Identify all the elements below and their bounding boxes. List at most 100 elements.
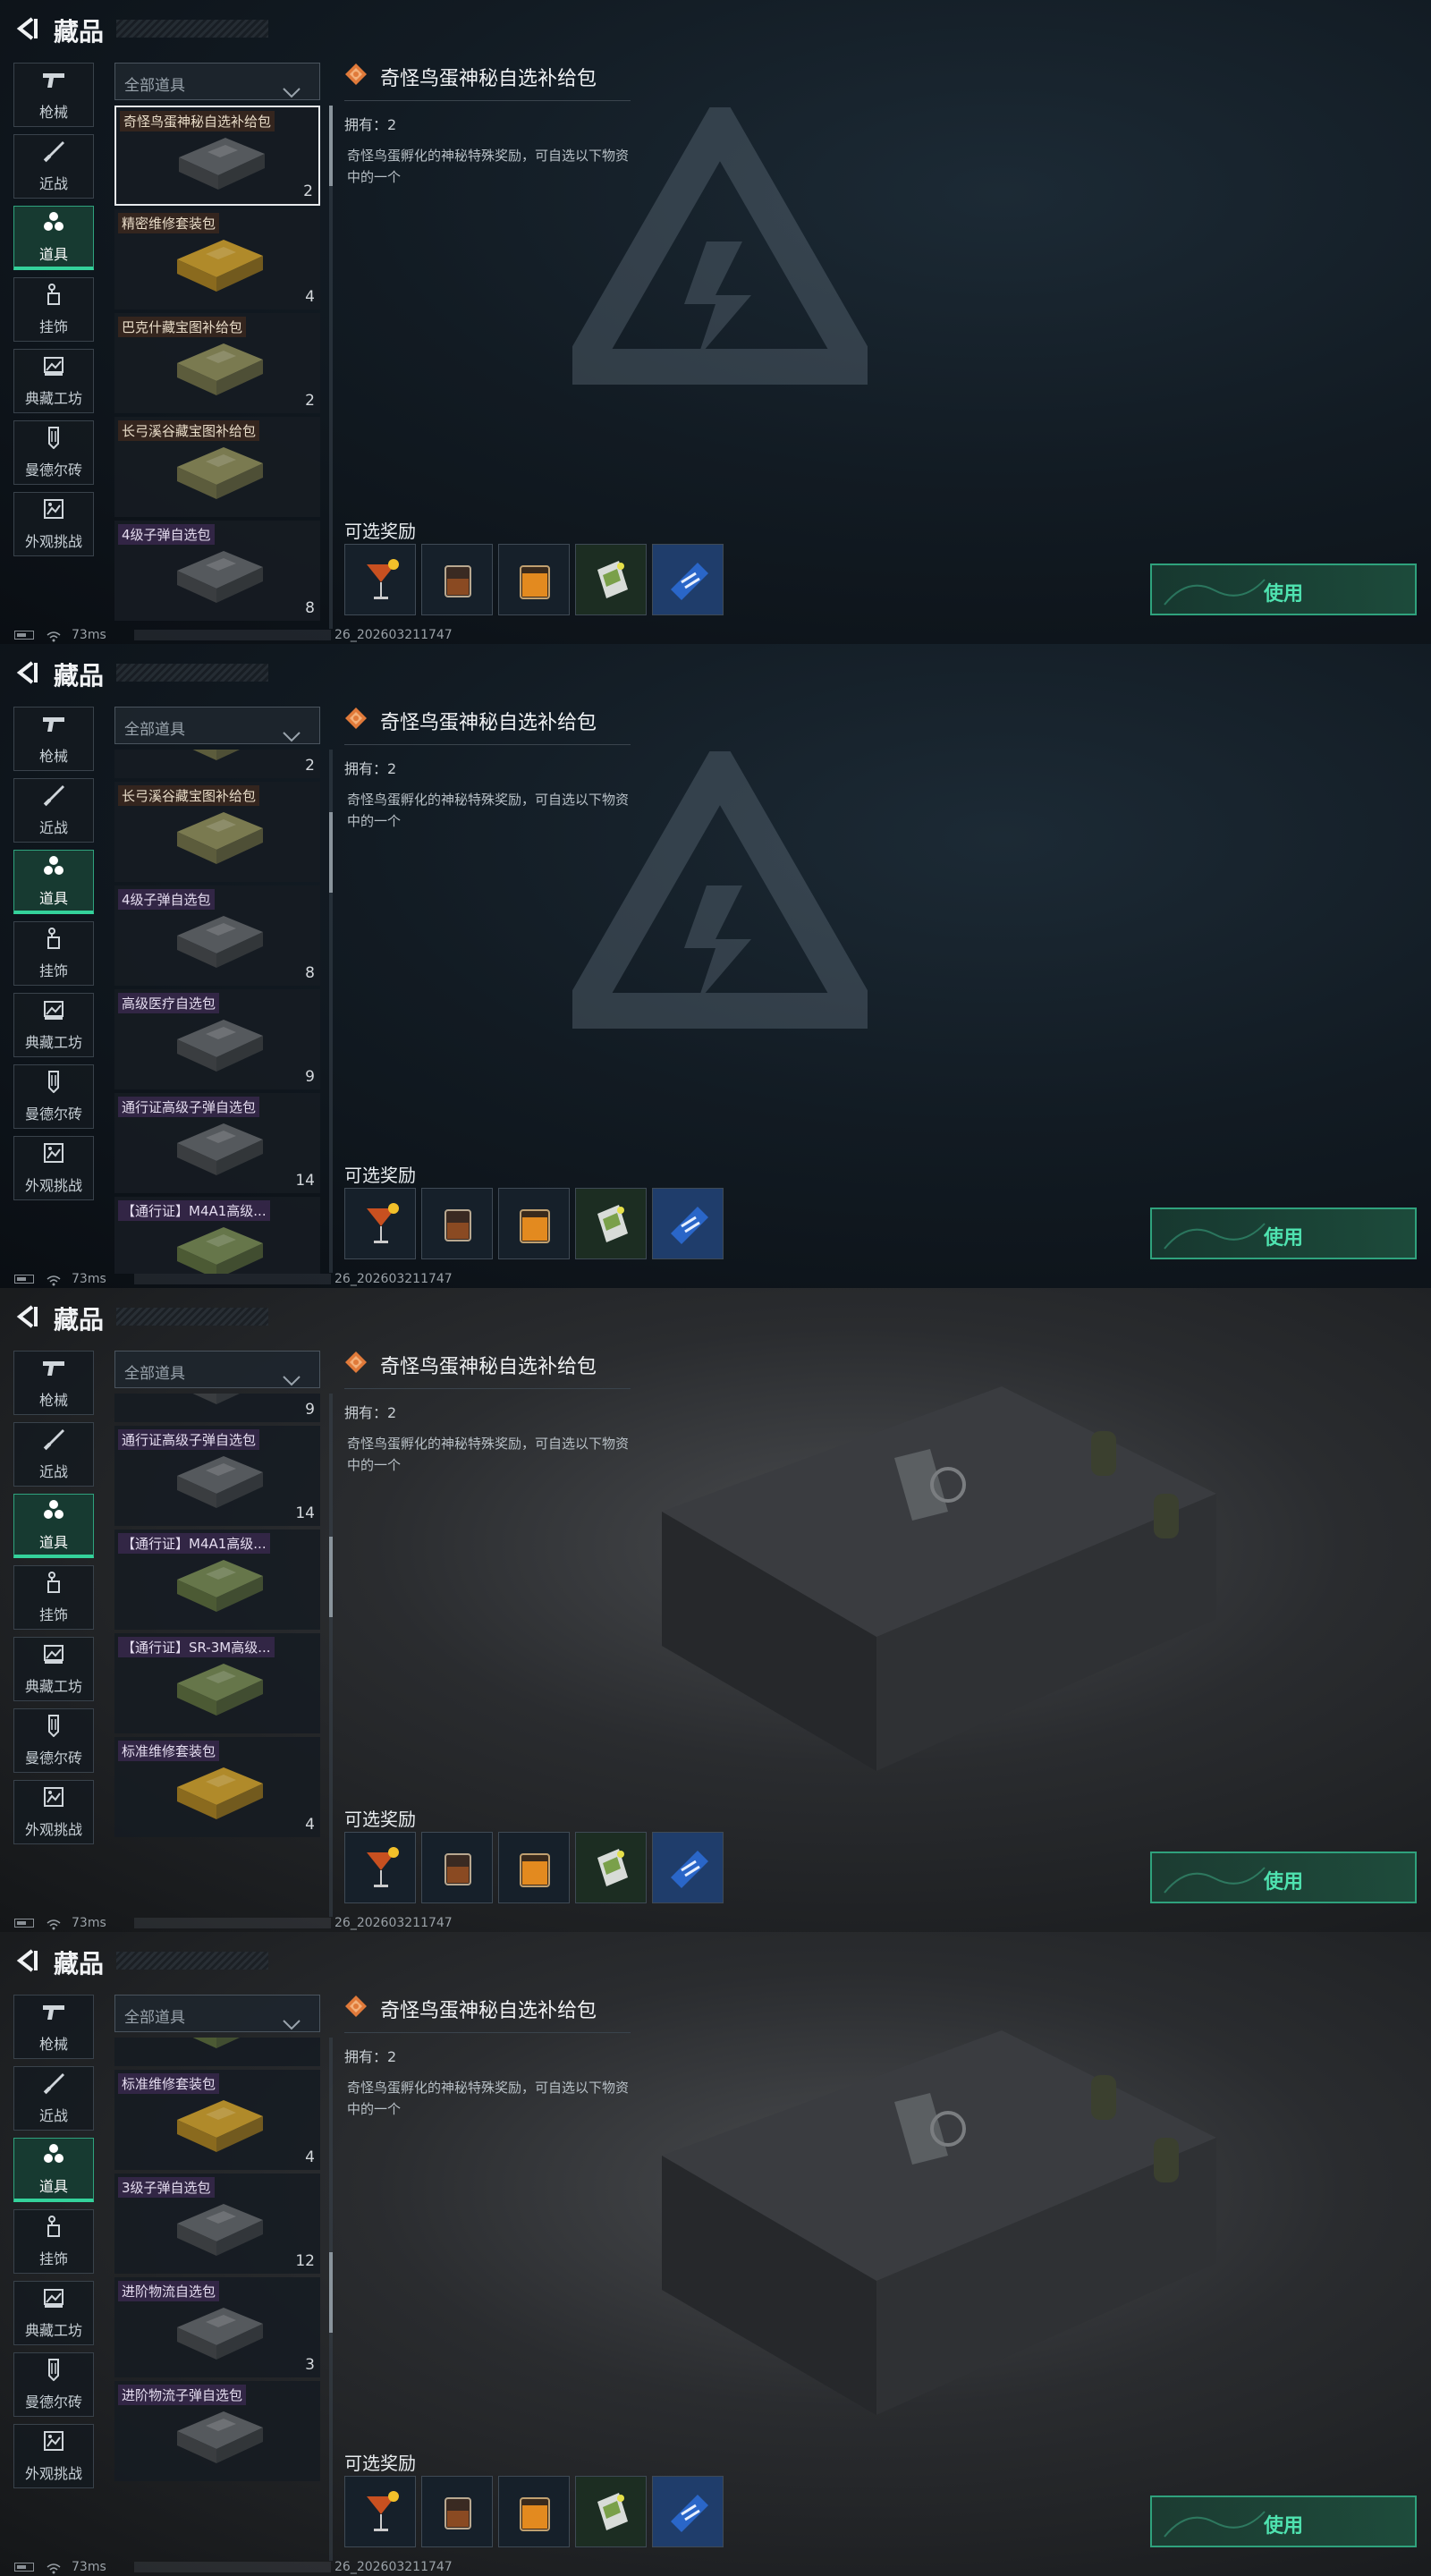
- reward-slot[interactable]: [344, 1188, 416, 1259]
- category-tab-0[interactable]: 枪械: [13, 1351, 94, 1415]
- back-icon[interactable]: [14, 1304, 39, 1329]
- reward-slot[interactable]: [652, 2476, 724, 2547]
- reward-slot[interactable]: [421, 544, 493, 615]
- list-item[interactable]: 精密维修套装包 4: [114, 209, 320, 309]
- reward-slot[interactable]: [344, 544, 416, 615]
- list-item[interactable]: 进阶物流自选包 3: [114, 2277, 320, 2377]
- back-icon[interactable]: [14, 660, 39, 685]
- filter-dropdown[interactable]: 全部道具: [114, 63, 320, 100]
- list-item[interactable]: 3级子弹自选包 12: [114, 2174, 320, 2274]
- reward-slot[interactable]: [575, 2476, 647, 2547]
- category-tab-0[interactable]: 枪械: [13, 1995, 94, 2059]
- category-tab-6[interactable]: 外观挑战: [13, 1780, 94, 1844]
- category-tab-1[interactable]: 近战: [13, 1422, 94, 1487]
- list-item[interactable]: 【通行证】M4A1高级...: [114, 1197, 320, 1274]
- category-tab-0[interactable]: 枪械: [13, 707, 94, 771]
- list-item[interactable]: 【通行证】M4A1高级...: [114, 1530, 320, 1630]
- detail-title: 奇怪鸟蛋神秘自选补给包: [380, 712, 597, 734]
- category-tab-3[interactable]: 挂饰: [13, 921, 94, 986]
- use-button[interactable]: 使用: [1150, 1208, 1417, 1259]
- category-tab-4[interactable]: 典藏工坊: [13, 2281, 94, 2345]
- list-item[interactable]: 长弓溪谷藏宝图补给包: [114, 782, 320, 882]
- list-item[interactable]: 长弓溪谷藏宝图补给包: [114, 417, 320, 517]
- list-item[interactable]: 2: [114, 750, 320, 778]
- reward-slot[interactable]: [344, 1832, 416, 1903]
- list-scrollbar[interactable]: [329, 1394, 333, 1917]
- filter-dropdown[interactable]: 全部道具: [114, 1351, 320, 1388]
- filter-dropdown[interactable]: 全部道具: [114, 707, 320, 744]
- category-tab-1[interactable]: 近战: [13, 2066, 94, 2131]
- category-tab-4[interactable]: 典藏工坊: [13, 1637, 94, 1701]
- list-item[interactable]: 【通行证】SR-3M高级...: [114, 2038, 320, 2066]
- list-scrollbar[interactable]: [329, 106, 333, 629]
- item-list[interactable]: 2 长弓溪谷藏宝图补给包 4级子弹自选包 8 高级医疗自选包 9 通行证高级子弹自选…: [114, 750, 322, 1274]
- reward-title: 可选奖励: [344, 1165, 416, 1186]
- reward-slot[interactable]: [652, 1832, 724, 1903]
- use-button[interactable]: 使用: [1150, 564, 1417, 615]
- reward-slot[interactable]: [575, 544, 647, 615]
- category-tab-5[interactable]: 曼德尔砖: [13, 1064, 94, 1129]
- list-item[interactable]: 通行证高级子弹自选包 14: [114, 1093, 320, 1193]
- item-list[interactable]: 奇怪鸟蛋神秘自选补给包 2 精密维修套装包 4 巴克什藏宝图补给包 2 长弓溪谷藏宝图…: [114, 106, 322, 630]
- list-item[interactable]: 4级子弹自选包 8: [114, 886, 320, 986]
- back-icon[interactable]: [14, 16, 39, 41]
- screen-panel: 藏品 枪械 近战 道具 挂饰 典藏工坊 曼德尔砖 外观挑战 全部道具 奇怪鸟蛋神…: [0, 0, 1431, 644]
- list-item[interactable]: 【通行证】SR-3M高级...: [114, 1633, 320, 1733]
- scrollbar-thumb[interactable]: [329, 2252, 333, 2333]
- item-list[interactable]: 【通行证】SR-3M高级... 标准维修套装包 4 3级子弹自选包 12 进阶物流自…: [114, 2038, 322, 2562]
- list-item[interactable]: 高级医疗自选包9: [114, 989, 320, 1089]
- category-tab-3[interactable]: 挂饰: [13, 2209, 94, 2274]
- category-tab-3[interactable]: 挂饰: [13, 1565, 94, 1630]
- scrollbar-thumb[interactable]: [329, 1537, 333, 1617]
- category-tab-2[interactable]: 道具: [13, 850, 94, 914]
- reward-slot[interactable]: [421, 1832, 493, 1903]
- reward-slot[interactable]: [498, 1832, 570, 1903]
- filter-dropdown[interactable]: 全部道具: [114, 1995, 320, 2032]
- category-tab-6[interactable]: 外观挑战: [13, 492, 94, 556]
- list-item[interactable]: 进阶物流子弹自选包: [114, 2381, 320, 2481]
- list-scrollbar[interactable]: [329, 2038, 333, 2561]
- category-tab-6[interactable]: 外观挑战: [13, 1136, 94, 1200]
- reward-slot[interactable]: [498, 1188, 570, 1259]
- category-tab-6[interactable]: 外观挑战: [13, 2424, 94, 2488]
- reward-slot[interactable]: [652, 1188, 724, 1259]
- category-label: 挂饰: [38, 962, 68, 979]
- use-button[interactable]: 使用: [1150, 1852, 1417, 1903]
- scrollbar-thumb[interactable]: [329, 812, 333, 893]
- list-scrollbar[interactable]: [329, 750, 333, 1273]
- list-item[interactable]: 标准维修套装包 4: [114, 2070, 320, 2170]
- reward-slot[interactable]: [498, 2476, 570, 2547]
- use-button[interactable]: 使用: [1150, 2496, 1417, 2547]
- reward-slot[interactable]: [344, 2476, 416, 2547]
- scrollbar-thumb[interactable]: [329, 106, 333, 186]
- category-tab-4[interactable]: 典藏工坊: [13, 349, 94, 413]
- category-tab-2[interactable]: 道具: [13, 206, 94, 270]
- reward-slot[interactable]: [421, 1188, 493, 1259]
- category-tab-3[interactable]: 挂饰: [13, 277, 94, 342]
- category-tab-0[interactable]: 枪械: [13, 63, 94, 127]
- category-tab-1[interactable]: 近战: [13, 778, 94, 843]
- category-tab-1[interactable]: 近战: [13, 134, 94, 199]
- category-tab-2[interactable]: 道具: [13, 1494, 94, 1558]
- reward-slot[interactable]: [498, 544, 570, 615]
- item-list[interactable]: 高级医疗自选包9 通行证高级子弹自选包 14 【通行证】M4A1高级... 【通行…: [114, 1394, 322, 1918]
- list-item[interactable]: 4级子弹自选包 8: [114, 521, 320, 621]
- category-tab-5[interactable]: 曼德尔砖: [13, 2352, 94, 2417]
- category-tab-5[interactable]: 曼德尔砖: [13, 420, 94, 485]
- workshop-icon: [41, 354, 66, 386]
- reward-slot[interactable]: [575, 1188, 647, 1259]
- reward-slot[interactable]: [652, 544, 724, 615]
- list-item[interactable]: 巴克什藏宝图补给包 2: [114, 313, 320, 413]
- category-tab-5[interactable]: 曼德尔砖: [13, 1708, 94, 1773]
- list-item[interactable]: 奇怪鸟蛋神秘自选补给包 2: [114, 106, 320, 206]
- reward-slot[interactable]: [421, 2476, 493, 2547]
- list-item[interactable]: 高级医疗自选包9: [114, 1394, 320, 1422]
- list-item[interactable]: 标准维修套装包 4: [114, 1737, 320, 1837]
- detail-title: 奇怪鸟蛋神秘自选补给包: [380, 2000, 597, 2022]
- category-tab-2[interactable]: 道具: [13, 2138, 94, 2202]
- reward-slot[interactable]: [575, 1832, 647, 1903]
- category-tab-4[interactable]: 典藏工坊: [13, 993, 94, 1057]
- list-item[interactable]: 通行证高级子弹自选包 14: [114, 1426, 320, 1526]
- gun-icon: [41, 712, 66, 744]
- back-icon[interactable]: [14, 1948, 39, 1973]
